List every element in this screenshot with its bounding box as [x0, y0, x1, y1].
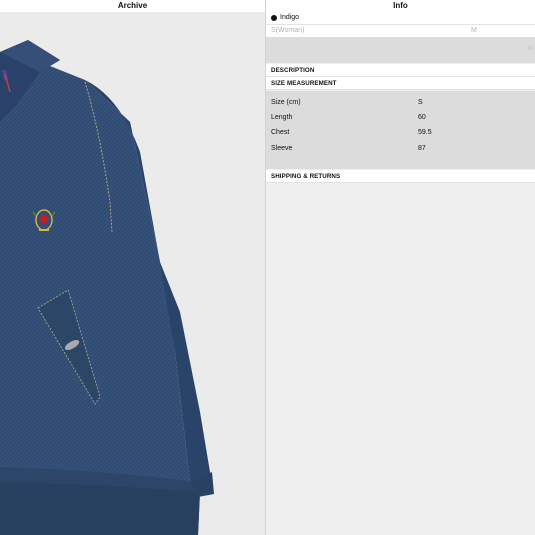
size-measurement-section[interactable]: SIZE MEASUREMENT — [266, 77, 535, 90]
measure-row: Chest 59.5 — [266, 126, 535, 140]
archive-tab[interactable]: Archive — [0, 0, 265, 12]
measure-value: 59.5 — [418, 129, 432, 136]
color-swatch-icon — [271, 15, 277, 21]
measure-label: Chest — [271, 129, 290, 136]
color-label: Indigo — [280, 14, 300, 21]
measure-value: 87 — [418, 145, 426, 152]
measure-label: Size (cm) — [271, 99, 301, 106]
product-photo-pane: Archive — [0, 0, 265, 535]
size-option-m[interactable]: M — [471, 25, 477, 37]
measure-label: Length — [271, 114, 293, 121]
measure-value: 60 — [418, 114, 426, 121]
description-section[interactable]: DESCRIPTION — [266, 64, 535, 77]
measurement-table: Size (cm) S Length 60 Chest 59.5 Sleeve … — [266, 91, 535, 169]
measure-label: Sleeve — [271, 145, 293, 152]
size-selector: S(Woman) M — [266, 24, 535, 37]
cart-icon: ○ — [527, 45, 532, 52]
measure-row: Length 60 — [266, 111, 535, 125]
add-to-cart-bar[interactable]: ○ — [266, 37, 535, 63]
measure-row: Size (cm) S — [266, 96, 535, 110]
measure-row: Sleeve 87 — [266, 142, 535, 156]
color-selector[interactable]: Indigo — [266, 12, 535, 24]
size-option-s[interactable]: S(Woman) — [271, 25, 304, 37]
info-tab[interactable]: Info — [266, 0, 535, 12]
shipping-returns-section[interactable]: SHIPPING & RETURNS — [266, 170, 535, 183]
product-info-pane: Info Indigo S(Woman) M ○ DESCRIPTION SIZ… — [266, 0, 535, 535]
measure-value: S — [418, 99, 423, 106]
product-image[interactable] — [0, 12, 265, 535]
